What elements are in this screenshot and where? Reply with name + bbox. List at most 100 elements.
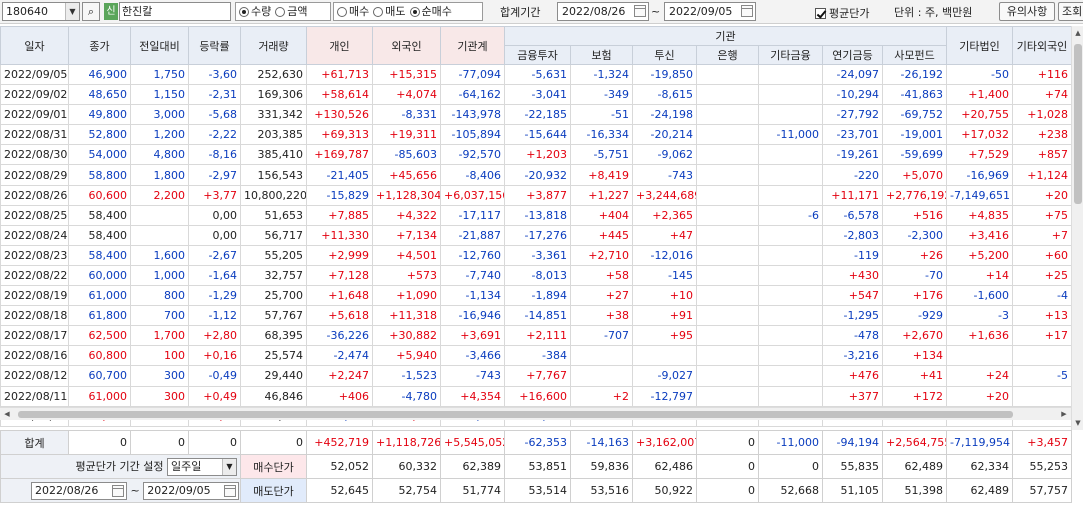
- calendar-icon[interactable]: [634, 5, 646, 17]
- table-cell: +38: [570, 305, 633, 327]
- table-cell: 62,500: [68, 325, 131, 347]
- vertical-scrollbar[interactable]: ▲ ▼: [1071, 26, 1083, 430]
- table-cell: [696, 84, 759, 106]
- col-rate[interactable]: 등락률: [188, 26, 241, 65]
- col-insurance[interactable]: 보험: [570, 45, 633, 65]
- radio-icon: [337, 6, 347, 17]
- search-button[interactable]: ⌕: [82, 2, 100, 21]
- table-cell: -1,134: [440, 285, 505, 307]
- radio-buy[interactable]: 매수: [337, 3, 369, 20]
- table-cell: +176: [881, 285, 948, 307]
- radio-quantity[interactable]: 수량: [239, 3, 271, 20]
- table-cell: [946, 345, 1014, 367]
- table-row[interactable]: 2022/08/29 58,800 1,800 -2,97 156,543 -21,405…: [0, 164, 1073, 186]
- table-row[interactable]: 2022/08/25 58,400 0,00 51,653 +7,885 +4,322 -1…: [0, 204, 1073, 226]
- table-row[interactable]: 2022/08/31 52,800 1,200 -2,22 203,385 +69,313…: [0, 124, 1073, 146]
- scroll-right-icon[interactable]: ▶: [1057, 408, 1071, 421]
- table-row[interactable]: 2022/08/16 60,800 100 +0,16 25,574 -2,474 +5,9…: [0, 345, 1073, 367]
- radio-sell[interactable]: 매도: [373, 3, 406, 20]
- calendar-icon[interactable]: [224, 484, 237, 497]
- table-cell: +58,614: [306, 84, 373, 106]
- scroll-down-icon[interactable]: ▼: [1072, 416, 1083, 430]
- table-row[interactable]: 2022/08/18 61,800 700 -1,12 57,767 +5,618 +11,…: [0, 305, 1073, 327]
- table-row[interactable]: 2022/08/19 61,000 800 -1,29 25,700 +1,648 +1,0…: [0, 285, 1073, 307]
- table-cell: +17,032: [946, 124, 1014, 146]
- chevron-down-icon[interactable]: ▼: [65, 3, 79, 20]
- table-cell: +2,670: [881, 325, 948, 347]
- table-cell: -12,797: [632, 385, 697, 407]
- scroll-up-icon[interactable]: ▲: [1072, 26, 1083, 40]
- table-cell: 48,650: [68, 84, 131, 106]
- table-row[interactable]: 2022/08/30 54,000 4,800 -8,16 385,410 +169,78…: [0, 144, 1073, 166]
- avg-date-to-input[interactable]: 2022/09/05: [143, 481, 240, 500]
- notice-button[interactable]: 유의사항: [999, 2, 1055, 21]
- col-investment-trust[interactable]: 투신: [632, 45, 697, 65]
- avg-price-checkbox[interactable]: 평균단가: [815, 4, 869, 23]
- table-cell: +3,77: [188, 184, 241, 206]
- period-label: 합계기간: [500, 6, 541, 19]
- table-cell: +3,877: [504, 184, 571, 206]
- table-cell: +2,999: [306, 244, 373, 266]
- avg-date-from-input[interactable]: 2022/08/26: [31, 481, 127, 500]
- table-row[interactable]: 2022/08/17 62,500 1,700 +2,80 68,395 -36,226 +…: [0, 325, 1073, 347]
- col-change[interactable]: 전일대비: [130, 26, 189, 65]
- scrollbar-thumb[interactable]: [18, 411, 1013, 418]
- table-row[interactable]: 2022/08/23 58,400 1,600 -2,67 55,205 +2,999 +4…: [0, 244, 1073, 266]
- scrollbar-thumb[interactable]: [1074, 44, 1082, 204]
- table-cell: -1,64: [188, 264, 241, 287]
- col-volume[interactable]: 거래량: [240, 26, 307, 65]
- col-date[interactable]: 일자: [0, 26, 69, 65]
- chevron-down-icon[interactable]: ▼: [222, 458, 236, 475]
- table-cell: -36,226: [306, 325, 373, 347]
- radio-amount[interactable]: 금액: [275, 3, 308, 20]
- table-cell: +74: [1012, 84, 1073, 106]
- table-cell: [696, 184, 759, 206]
- col-other-finance[interactable]: 기타금융: [758, 45, 823, 65]
- avg-period-select[interactable]: 일주일 ▼: [167, 457, 237, 476]
- horizontal-scrollbar[interactable]: ◀ ▶: [0, 407, 1071, 420]
- table-cell: 2022/09/05: [0, 63, 69, 86]
- table-row[interactable]: 2022/09/02 48,650 1,150 -2,31 169,306 +58,614…: [0, 84, 1073, 106]
- table-cell: [696, 385, 759, 407]
- table-row[interactable]: 2022/09/05 46,900 1,750 -3,60 252,630 +61,713…: [0, 63, 1073, 86]
- radio-net-buy[interactable]: 순매수: [409, 3, 452, 20]
- table-row[interactable]: 2022/08/11 61,000 300 +0,49 46,846 +406 -4,780…: [0, 385, 1073, 407]
- table-row[interactable]: 2022/08/26 60,600 2,200 +3,77 10,800,220 -15,…: [0, 184, 1073, 206]
- scroll-left-icon[interactable]: ◀: [0, 408, 14, 421]
- table-cell: 57,767: [240, 305, 307, 327]
- col-bank[interactable]: 은행: [696, 45, 759, 65]
- query-button[interactable]: 조회: [1058, 2, 1083, 21]
- table-cell: +20: [1012, 184, 1073, 206]
- table-cell: +91: [632, 305, 697, 327]
- table-cell: 68,395: [240, 325, 307, 347]
- date-from-input[interactable]: 2022/08/26: [557, 2, 649, 21]
- table-row[interactable]: 2022/09/01 49,800 3,000 -5,68 331,342 +130,52…: [0, 104, 1073, 126]
- unit-label: 단위 : 주, 백만원: [894, 6, 973, 19]
- table-cell: [632, 345, 697, 367]
- summary-cell: 0: [240, 430, 307, 455]
- col-institution-sum[interactable]: 기관계: [440, 26, 505, 65]
- col-etc-foreign[interactable]: 기타외국인: [1012, 26, 1073, 65]
- table-row[interactable]: 2022/08/12 60,700 300 -0,49 29,440 +2,247 -1,5…: [0, 365, 1073, 387]
- table-cell: -24,198: [632, 104, 697, 126]
- calendar-icon[interactable]: [741, 5, 753, 17]
- table-row[interactable]: 2022/08/24 58,400 0,00 56,717 +11,330 +7,134-…: [0, 224, 1073, 246]
- col-foreign[interactable]: 외국인: [372, 26, 441, 65]
- date-to-input[interactable]: 2022/09/05: [664, 2, 756, 21]
- stock-code-input[interactable]: 180640 ▼: [2, 2, 80, 21]
- table-cell: 2022/09/02: [0, 84, 69, 106]
- table-cell: -16,969: [946, 164, 1014, 186]
- col-private-fund[interactable]: 사모펀드: [881, 45, 948, 65]
- col-etc-corp[interactable]: 기타법인: [946, 26, 1014, 65]
- col-pension[interactable]: 연기금등: [822, 45, 883, 65]
- col-close[interactable]: 종가: [68, 26, 131, 65]
- summary-cell: 0: [696, 430, 759, 455]
- col-individual[interactable]: 개인: [306, 26, 373, 65]
- calendar-icon[interactable]: [112, 484, 124, 497]
- col-financial-investment[interactable]: 금융투자: [504, 45, 571, 65]
- table-cell: 2022/08/23: [0, 244, 69, 266]
- table-row[interactable]: 2022/08/22 60,000 1,000 -1,64 32,757 +7,128 +5…: [0, 264, 1073, 287]
- table-cell: +116: [1012, 63, 1073, 86]
- summary-cell: 62,389: [440, 454, 505, 479]
- table-cell: -3: [946, 305, 1014, 327]
